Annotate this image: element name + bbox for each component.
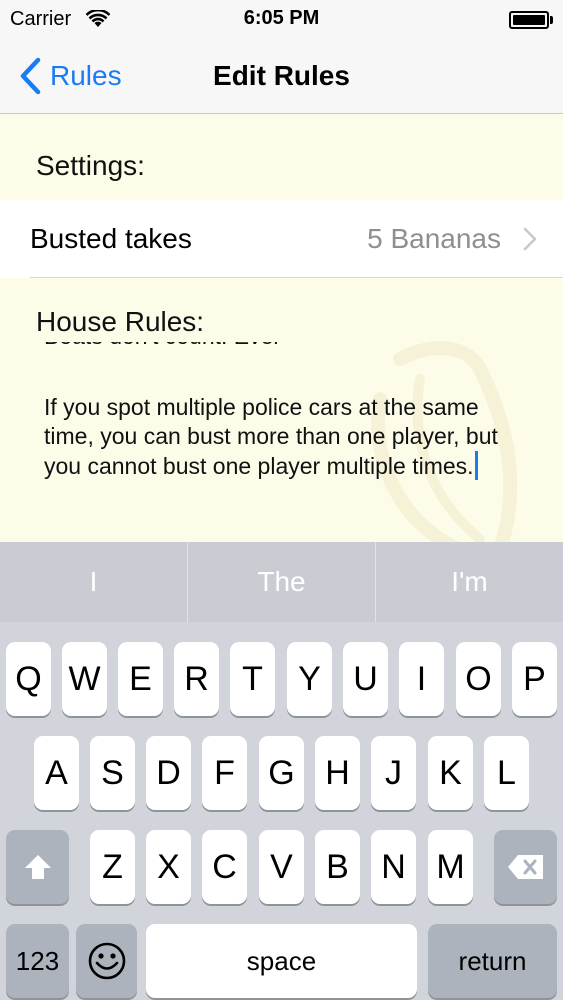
key-r[interactable]: R xyxy=(174,642,219,716)
numbers-key[interactable]: 123 xyxy=(6,924,69,998)
key-area: Q W E R T Y U I O P A S D F G H J K L Z … xyxy=(0,622,563,1000)
key-b[interactable]: B xyxy=(315,830,360,904)
status-time: 6:05 PM xyxy=(243,7,320,29)
key-g[interactable]: G xyxy=(259,736,304,810)
settings-section-header: Settings: xyxy=(36,150,145,181)
prediction-suggestion[interactable]: I xyxy=(0,542,187,622)
keyboard: I The I'm Q W E R T Y U I O P A S D F G … xyxy=(0,542,563,1000)
key-p[interactable]: P xyxy=(512,642,557,716)
shift-key[interactable] xyxy=(6,830,69,904)
emoji-icon xyxy=(88,942,125,980)
house-rules-clipped-line: Boats don't count! Evel xyxy=(44,342,279,351)
row-divider xyxy=(30,277,563,278)
navigation-bar: Rules Edit Rules xyxy=(0,40,563,114)
text-cursor xyxy=(474,451,478,480)
house-rules-textarea[interactable]: Boats don't count! Evel If you spot mult… xyxy=(44,342,534,542)
key-f[interactable]: F xyxy=(202,736,247,810)
return-key[interactable]: return xyxy=(428,924,557,998)
house-rules-text-body: If you spot multiple police cars at the … xyxy=(44,393,534,481)
chevron-right-icon xyxy=(523,227,537,251)
battery-icon xyxy=(509,11,553,29)
key-s[interactable]: S xyxy=(90,736,135,810)
busted-takes-value: 5 Bananas xyxy=(367,223,501,254)
key-j[interactable]: J xyxy=(371,736,416,810)
shift-icon xyxy=(24,855,51,879)
prediction-suggestion[interactable]: I'm xyxy=(375,542,563,622)
prediction-bar: I The I'm xyxy=(0,542,563,622)
house-rules-text: If you spot multiple police cars at the … xyxy=(44,394,498,479)
key-y[interactable]: Y xyxy=(287,642,332,716)
edit-rules-content: Settings: Busted takes 5 Bananas House R… xyxy=(0,114,563,544)
busted-takes-label: Busted takes xyxy=(30,223,192,254)
prediction-suggestion[interactable]: The xyxy=(187,542,375,622)
key-l[interactable]: L xyxy=(484,736,529,810)
key-x[interactable]: X xyxy=(146,830,191,904)
key-d[interactable]: D xyxy=(146,736,191,810)
backspace-icon xyxy=(507,855,543,879)
key-u[interactable]: U xyxy=(343,642,388,716)
key-z[interactable]: Z xyxy=(90,830,135,904)
delete-key[interactable] xyxy=(494,830,557,904)
key-i[interactable]: I xyxy=(399,642,444,716)
key-m[interactable]: M xyxy=(428,830,473,904)
space-key[interactable]: space xyxy=(146,924,417,998)
key-o[interactable]: O xyxy=(456,642,501,716)
key-e[interactable]: E xyxy=(118,642,163,716)
key-a[interactable]: A xyxy=(34,736,79,810)
key-t[interactable]: T xyxy=(230,642,275,716)
page-title: Edit Rules xyxy=(213,60,350,91)
key-c[interactable]: C xyxy=(202,830,247,904)
key-n[interactable]: N xyxy=(371,830,416,904)
key-k[interactable]: K xyxy=(428,736,473,810)
key-q[interactable]: Q xyxy=(6,642,51,716)
emoji-key[interactable] xyxy=(76,924,137,998)
key-w[interactable]: W xyxy=(62,642,107,716)
status-bar: Carrier 6:05 PM xyxy=(0,0,563,40)
key-h[interactable]: H xyxy=(315,736,360,810)
key-v[interactable]: V xyxy=(259,830,304,904)
house-rules-section-header: House Rules: xyxy=(36,306,205,337)
busted-takes-row[interactable]: Busted takes 5 Bananas xyxy=(0,200,563,278)
